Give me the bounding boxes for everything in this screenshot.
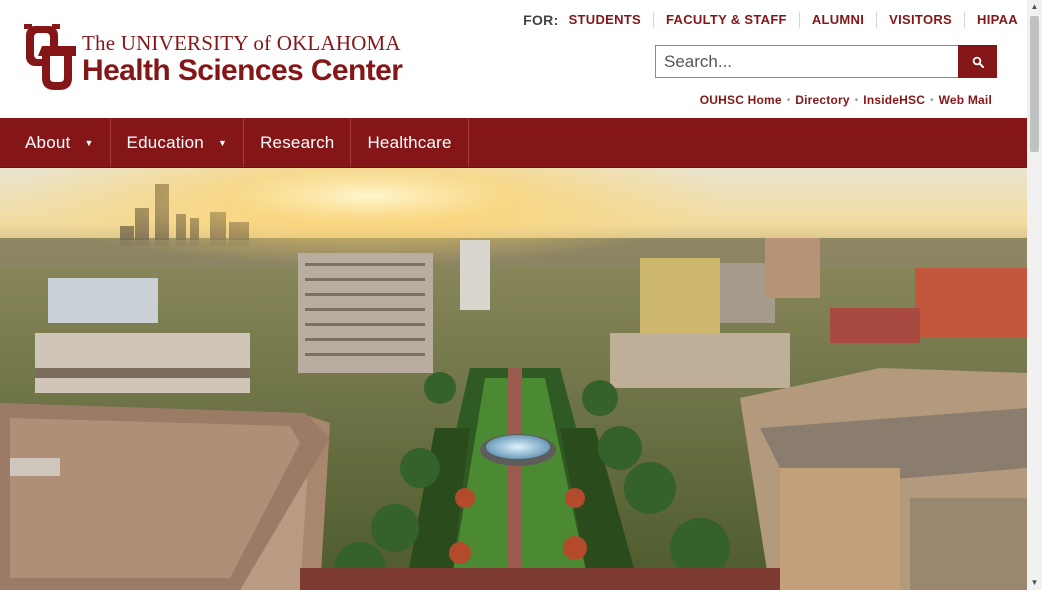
audience-link-visitors[interactable]: VISITORS (876, 12, 964, 28)
nav-item-healthcare[interactable]: Healthcare (351, 118, 469, 167)
utility-link-insidehsc[interactable]: InsideHSC (863, 93, 925, 107)
utility-link-directory[interactable]: Directory (795, 93, 850, 107)
audience-nav-label: FOR: (523, 12, 559, 28)
utility-link-web-mail[interactable]: Web Mail (939, 93, 992, 107)
audience-link-hipaa[interactable]: HIPAA (964, 12, 1018, 28)
utility-separator: • (786, 94, 791, 106)
utility-links: OUHSC Home • Directory • InsideHSC • Web… (700, 93, 992, 107)
brand-center-name: Health Sciences Center (82, 54, 403, 87)
scroll-down-arrow-icon[interactable]: ▼ (1027, 576, 1042, 590)
nav-item-label: Education (126, 132, 204, 152)
brand-university-name: The UNIVERSITY of OKLAHOMA (82, 31, 401, 55)
nav-item-research[interactable]: Research (244, 118, 352, 167)
scrollbar-thumb[interactable] (1030, 16, 1039, 152)
audience-link-alumni[interactable]: ALUMNI (798, 12, 876, 28)
site-header: The UNIVERSITY of OKLAHOMA Health Scienc… (0, 0, 1027, 118)
hero-image (0, 168, 1027, 590)
nav-item-label: About (25, 132, 71, 152)
nav-item-about[interactable]: About ▼ (0, 118, 111, 167)
nav-item-label: Research (260, 132, 335, 152)
search-form (655, 45, 997, 78)
aerial-campus-photo (0, 168, 1027, 590)
ou-logo-icon (24, 24, 76, 90)
utility-separator: • (930, 94, 934, 106)
search-icon (972, 56, 984, 68)
audience-link-students[interactable]: STUDENTS (569, 12, 653, 28)
scroll-up-arrow-icon[interactable]: ▲ (1027, 0, 1042, 14)
utility-link-ouhsc-home[interactable]: OUHSC Home (700, 93, 782, 107)
site-logo[interactable]: The UNIVERSITY of OKLAHOMA Health Scienc… (24, 22, 403, 92)
search-input[interactable] (655, 45, 958, 78)
caret-down-icon: ▼ (84, 137, 94, 148)
search-button[interactable] (958, 45, 997, 78)
page-scrollbar[interactable]: ▲ ▼ (1027, 0, 1042, 590)
nav-item-label: Healthcare (367, 132, 452, 152)
audience-nav: FOR: STUDENTS FACULTY & STAFF ALUMNI VIS… (523, 10, 1018, 30)
main-nav: About ▼ Education ▼ Research Healthcare (0, 118, 1027, 168)
utility-separator: • (854, 94, 859, 106)
nav-item-education[interactable]: Education ▼ (111, 118, 245, 167)
caret-down-icon: ▼ (217, 137, 228, 148)
audience-link-faculty-staff[interactable]: FACULTY & STAFF (653, 12, 799, 28)
